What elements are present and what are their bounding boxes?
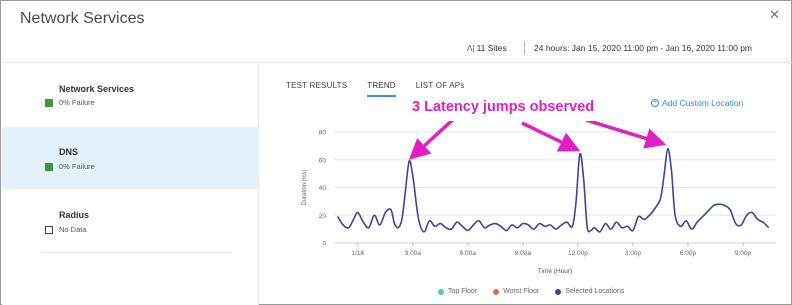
sidebar-item-network-services[interactable]: Network Services 0% Failure <box>2 64 259 126</box>
x-tick-label: 6:00p <box>680 250 697 257</box>
x-tick-label: 9:00a <box>515 250 532 257</box>
status-text: No Data <box>59 225 87 234</box>
header-bar: ꓥ| 11 Sites 24 hours: Jan 15, 2020 11:00 … <box>2 35 792 63</box>
x-tick-label: 3:00a <box>405 250 422 257</box>
annotation-arrow <box>408 121 455 160</box>
x-axis-label: Time (Hour) <box>538 268 572 275</box>
tab-trend[interactable]: TREND <box>367 81 396 97</box>
legend-item[interactable]: Worst Floor <box>493 288 539 295</box>
sidebar-item-label: Radius <box>59 210 90 220</box>
legend-item[interactable]: Selected Locations <box>555 288 624 295</box>
legend-label: Selected Locations <box>565 288 625 295</box>
legend-dot-icon <box>438 288 444 295</box>
sidebar-item-dns[interactable]: DNS 0% Failure <box>2 127 259 189</box>
legend-dot-icon <box>555 288 562 295</box>
x-tick-label: 1/16 <box>352 250 365 257</box>
y-tick-label: 60 <box>319 157 327 164</box>
y-tick-label: 20 <box>319 213 327 220</box>
status-square-icon <box>45 225 53 234</box>
sidebar-item-label: Network Services <box>59 84 135 94</box>
site-count-label: 11 Sites <box>476 43 507 53</box>
header-divider <box>524 41 525 55</box>
sidebar-divider <box>42 252 232 253</box>
sidebar-item-radius[interactable]: Radius No Data <box>2 191 259 253</box>
page-title: Network Services <box>20 10 145 27</box>
annotation-arrow <box>521 121 581 152</box>
y-tick-label: 40 <box>319 185 327 192</box>
dialog: Network Services ✕ ꓥ| 11 Sites 24 hours: … <box>0 0 792 305</box>
time-range[interactable]: 24 hours: Jan 15, 2020 11:00 pm - Jan 16… <box>534 43 752 53</box>
status-square-icon <box>45 98 53 107</box>
plus-circle-icon: + <box>651 99 659 107</box>
x-tick-label: 6:00a <box>460 250 477 257</box>
status-text: 0% Failure <box>59 98 95 107</box>
x-tick-label: 3:00p <box>625 250 642 257</box>
location-icon: ꓥ| <box>467 44 475 53</box>
site-count[interactable]: ꓥ| 11 Sites <box>467 43 507 53</box>
tab-bar: TEST RESULTS TREND LIST OF APs <box>286 81 485 97</box>
sidebar: Network Services 0% Failure DNS 0% Failu… <box>2 64 259 305</box>
tab-list-of-aps[interactable]: LIST OF APs <box>416 81 465 97</box>
chart-legend: Top Floor Worst Floor Selected Locations <box>438 288 640 295</box>
annotation-text: 3 Latency jumps observed <box>412 99 595 115</box>
add-custom-location-label: Add Custom Location <box>662 98 744 108</box>
legend-label: Top Floor <box>448 288 478 295</box>
legend-item[interactable]: Top Floor <box>438 288 477 295</box>
tab-test-results[interactable]: TEST RESULTS <box>286 81 347 97</box>
x-tick-label: 9:00p <box>735 250 752 257</box>
close-icon[interactable]: ✕ <box>769 7 780 23</box>
legend-dot-icon <box>493 288 500 295</box>
x-tick-label: 12:00p <box>568 250 588 257</box>
add-custom-location-button[interactable]: + Add Custom Location <box>651 98 743 108</box>
trend-chart: 80 60 40 20 0 1/16 3:00a 6:00a 9:00a 12:00p 3:00p 6… <box>302 121 776 275</box>
sidebar-item-status: No Data <box>45 225 87 234</box>
y-axis-label: Duration (ms) <box>302 169 308 205</box>
legend-label: Worst Floor <box>503 288 540 295</box>
y-tick-label: 0 <box>322 241 326 248</box>
y-tick-label: 80 <box>319 130 327 137</box>
sidebar-item-label: DNS <box>59 147 79 157</box>
status-square-icon <box>45 162 53 171</box>
sidebar-item-status: 0% Failure <box>45 98 95 107</box>
sidebar-item-status: 0% Failure <box>45 162 95 171</box>
status-text: 0% Failure <box>59 162 95 171</box>
